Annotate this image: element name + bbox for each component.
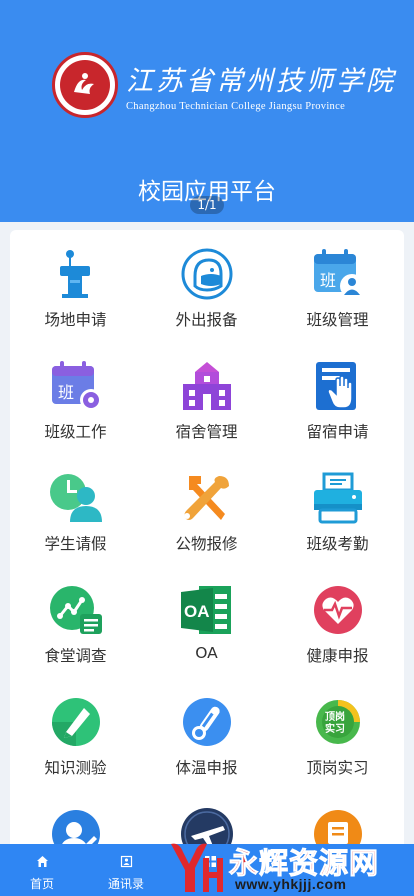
app-label: 顶岗实习 [306, 759, 369, 777]
app-label: OA [195, 644, 218, 662]
app-label: 健康申报 [306, 647, 369, 665]
app-label: 食堂调查 [44, 647, 107, 665]
app-label: 公物报修 [175, 535, 238, 553]
wrench-hammer-icon [179, 470, 235, 526]
app-knowledge-quiz[interactable]: 知识测验 [10, 678, 141, 790]
app-public-repair[interactable]: 公物报修 [141, 454, 272, 566]
app-class-attendance[interactable]: 班级考勤 [272, 454, 403, 566]
tab-home[interactable]: 首页 [0, 844, 84, 896]
svg-text:顶岗: 顶岗 [325, 710, 345, 723]
watermark-logo-icon [171, 843, 223, 892]
school-name-en: Changzhou Technician College Jiangsu Pro… [126, 100, 346, 112]
app-health-declaration[interactable]: 健康申报 [272, 566, 403, 678]
page-indicator: 1/1 [190, 196, 224, 214]
app-temperature-declaration[interactable]: 体温申报 [141, 678, 272, 790]
internship-badge-icon: 顶岗 实习 [310, 694, 366, 750]
printer-icon [310, 470, 366, 526]
app-label: 知识测验 [44, 759, 107, 777]
app-grid-card: 场地申请 外出报备 班 班级管理 班 班级工作 宿舍管理 留宿申请 学生请假 公… [10, 230, 404, 870]
survey-chart-icon [48, 582, 104, 638]
tab-label: 通讯录 [107, 877, 144, 891]
school-emblem-icon [52, 52, 118, 118]
app-oa[interactable]: OA OA [141, 566, 272, 678]
tab-label: 首页 [29, 877, 54, 891]
app-label: 场地申请 [44, 311, 107, 329]
clock-person-icon [48, 470, 104, 526]
dormitory-icon [179, 358, 235, 414]
app-label: 班级工作 [44, 423, 107, 441]
app-canteen-survey[interactable]: 食堂调查 [10, 566, 141, 678]
podium-icon [48, 246, 104, 302]
app-label: 外出报备 [175, 311, 238, 329]
app-class-management[interactable]: 班 班级管理 [272, 230, 403, 342]
school-name-cn: 江苏省常州技师学院 [126, 65, 396, 97]
school-logo-block: 江苏省常州技师学院 Changzhou Technician College J… [52, 52, 396, 118]
hand-document-icon [310, 358, 366, 414]
app-label: 学生请假 [44, 535, 107, 553]
app-student-leave[interactable]: 学生请假 [10, 454, 141, 566]
app-label: 体温申报 [175, 759, 238, 777]
pen-check-icon [48, 694, 104, 750]
class-calendar-user-icon: 班 [310, 246, 366, 302]
app-label: 班级考勤 [306, 535, 369, 553]
app-label: 留宿申请 [306, 423, 369, 441]
header-banner: 江苏省常州技师学院 Changzhou Technician College J… [0, 0, 414, 222]
svg-text:班: 班 [320, 271, 336, 290]
heart-pulse-icon [310, 582, 366, 638]
app-label: 宿舍管理 [175, 423, 238, 441]
app-label: 班级管理 [306, 311, 369, 329]
class-calendar-gear-icon: 班 [48, 358, 104, 414]
oa-icon: OA [179, 582, 235, 638]
app-outing-report[interactable]: 外出报备 [141, 230, 272, 342]
svg-text:OA: OA [184, 602, 210, 621]
face-mask-icon [179, 246, 235, 302]
app-venue-application[interactable]: 场地申请 [10, 230, 141, 342]
home-icon [37, 856, 48, 867]
app-overnight-application[interactable]: 留宿申请 [272, 342, 403, 454]
watermark-url: www.yhkjjj.com [235, 876, 347, 892]
app-class-work[interactable]: 班 班级工作 [10, 342, 141, 454]
contacts-icon [120, 855, 133, 868]
svg-text:实习: 实习 [325, 722, 345, 735]
tab-contacts[interactable]: 通讯录 [84, 844, 168, 896]
app-dormitory-management[interactable]: 宿舍管理 [141, 342, 272, 454]
svg-text:班: 班 [58, 383, 74, 402]
app-internship[interactable]: 顶岗 实习 顶岗实习 [272, 678, 403, 790]
thermometer-icon [179, 694, 235, 750]
watermark: 永辉资源网 www.yhkjjj.com [165, 838, 414, 896]
